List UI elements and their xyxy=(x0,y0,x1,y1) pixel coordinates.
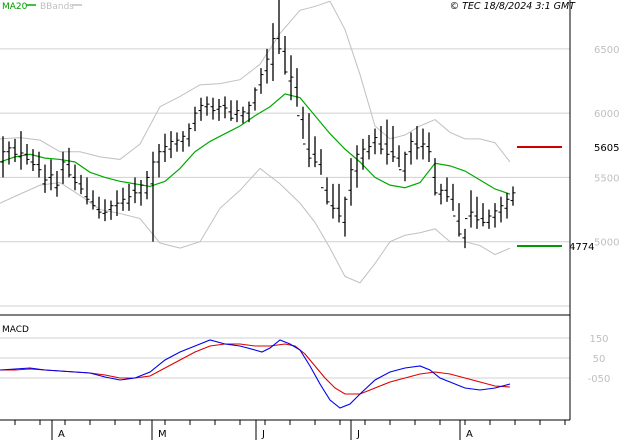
bband-upper-line xyxy=(0,0,511,163)
macd-tick-label: 150 xyxy=(589,334,608,345)
axis-layer: 5000 5500 6000 6500 150 50 -050 A M J J A xyxy=(14,45,619,440)
chart-root: 5605 4774 5000 5500 6000 6500 150 50 -050 A M J J A… xyxy=(0,0,627,440)
signal-line xyxy=(0,343,511,395)
price-tick-label: 5500 xyxy=(594,173,619,184)
level-high-label: 5605 xyxy=(594,143,619,154)
time-tick-label: A xyxy=(58,429,65,440)
chart-svg: 5605 4774 5000 5500 6000 6500 150 50 -050 A M J J A… xyxy=(0,0,619,440)
copyright: © TEC 18/8/2024 3:1 GMT xyxy=(450,1,577,12)
ohlc-layer xyxy=(0,0,516,249)
time-tick-label: J xyxy=(356,429,360,440)
macd-title: MACD xyxy=(2,325,29,335)
price-tick-label: 5000 xyxy=(594,238,619,249)
macd-line xyxy=(0,339,511,409)
bband-lower-line xyxy=(0,167,511,284)
legend-ma20: MA20 xyxy=(2,2,28,12)
macd-tick-label: -050 xyxy=(588,374,611,385)
price-tick-label: 6500 xyxy=(594,45,619,56)
time-tick-label: J xyxy=(261,429,265,440)
bbands-layer xyxy=(0,0,511,284)
time-tick-label: A xyxy=(466,429,473,440)
macd-tick-label: 50 xyxy=(593,354,606,365)
time-tick-label: M xyxy=(158,429,167,440)
level-low-label: 4774 xyxy=(569,242,594,253)
price-levels-layer: 5605 4774 xyxy=(517,143,619,253)
macd-layer xyxy=(0,339,511,409)
grid-layer xyxy=(0,48,570,379)
legend-bbands: BBands xyxy=(40,2,74,12)
price-tick-label: 6000 xyxy=(594,109,619,120)
